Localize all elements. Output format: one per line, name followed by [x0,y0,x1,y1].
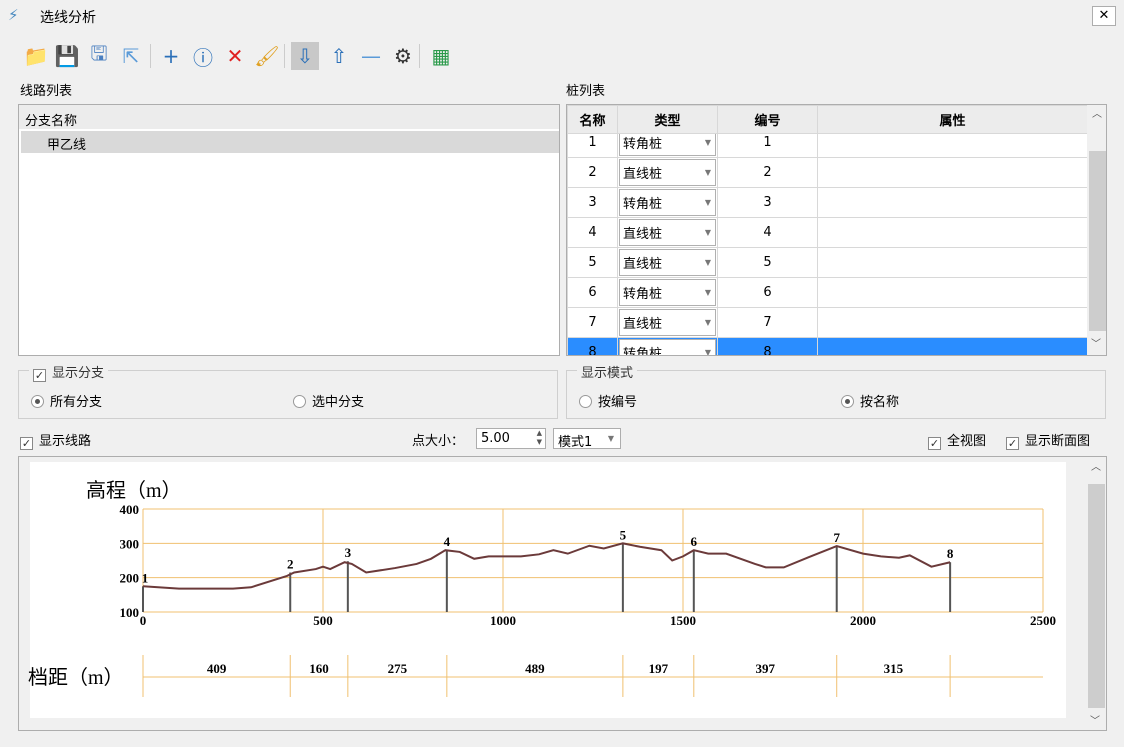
y-axis-title: 高程（m） [86,479,182,502]
span-axis-title: 档距（m） [28,666,124,689]
pole-label: 7 [833,530,840,545]
y-tick-label: 400 [120,502,140,517]
pole-label: 1 [142,570,149,585]
span-value: 197 [649,661,669,676]
span-value: 315 [884,661,904,676]
span-value: 397 [756,661,776,676]
x-tick-label: 2500 [1030,613,1056,628]
pole-label: 5 [620,527,627,542]
span-value: 489 [525,661,545,676]
span-value: 409 [207,661,227,676]
span-value: 275 [388,661,408,676]
x-tick-label: 1000 [490,613,516,628]
span-value: 160 [309,661,329,676]
y-tick-label: 100 [120,605,140,620]
y-tick-label: 200 [120,571,140,586]
pole-label: 3 [345,545,352,560]
terrain-profile-line [142,542,951,590]
pole-label: 2 [287,557,294,572]
profile-chart: 0 500 1000 1500 2000 2500 400 300 200 100 高程（m） 档距（… [28,479,1056,697]
pole-label: 8 [947,546,954,561]
pole-label: 4 [444,534,451,549]
x-tick-label: 1500 [670,613,696,628]
x-tick-label: 500 [313,613,333,628]
x-tick-label: 0 [140,613,147,628]
pole-label: 6 [691,534,698,549]
y-tick-label: 300 [120,536,140,551]
x-tick-label: 2000 [850,613,876,628]
